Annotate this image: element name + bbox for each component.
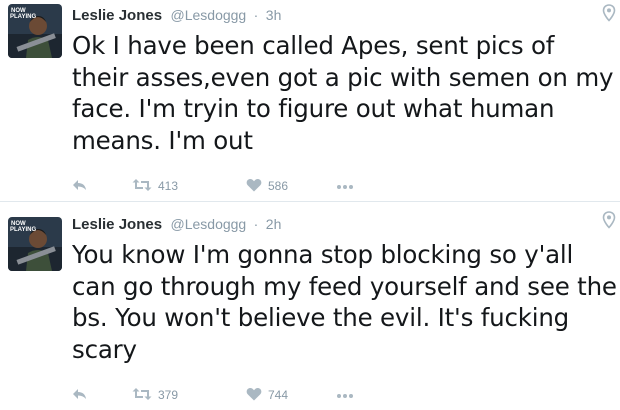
tweet[interactable]: NOW PLAYING Leslie Jones @Lesdoggg · 2h … <box>0 205 620 405</box>
timestamp[interactable]: 2h <box>266 216 282 232</box>
tweet-text: Ok I have been called Apes, sent pics of… <box>72 31 614 155</box>
avatar[interactable]: NOW PLAYING <box>8 4 62 58</box>
avatar[interactable]: NOW PLAYING <box>8 217 62 271</box>
reply-button[interactable] <box>72 385 88 405</box>
reply-icon <box>72 387 88 404</box>
separator: · <box>253 216 259 232</box>
svg-text:PLAYING: PLAYING <box>10 227 36 233</box>
retweet-icon <box>132 387 152 404</box>
retweet-button[interactable]: 379 <box>132 385 178 405</box>
tweet-text: You know I'm gonna stop blocking so y'al… <box>72 240 617 364</box>
tweet-divider <box>0 201 620 202</box>
user-handle[interactable]: @Lesdoggg <box>171 216 247 232</box>
retweet-button[interactable]: 413 <box>132 176 178 196</box>
more-icon <box>336 388 354 402</box>
tweet[interactable]: NOW PLAYING Leslie Jones @Lesdoggg · 3h … <box>0 0 620 200</box>
timestamp[interactable]: 3h <box>266 7 282 23</box>
like-count: 586 <box>268 179 289 193</box>
tweet-header: Leslie Jones @Lesdoggg · 2h <box>72 214 281 234</box>
reply-icon <box>72 178 88 195</box>
retweet-icon <box>132 178 152 195</box>
tweet-header: Leslie Jones @Lesdoggg · 3h <box>72 5 281 25</box>
retweet-count: 379 <box>158 388 179 402</box>
separator: · <box>253 7 259 23</box>
like-icon <box>246 387 262 404</box>
like-icon <box>246 178 262 195</box>
more-icon <box>336 179 354 193</box>
location-pin-icon[interactable] <box>602 4 616 22</box>
like-count: 744 <box>268 388 289 402</box>
retweet-count: 413 <box>158 179 179 193</box>
user-handle[interactable]: @Lesdoggg <box>171 7 247 23</box>
like-button[interactable]: 744 <box>246 385 288 405</box>
location-pin-icon[interactable] <box>602 211 616 229</box>
display-name[interactable]: Leslie Jones <box>72 7 162 24</box>
more-button[interactable] <box>336 176 354 196</box>
tweet-actions: 379 744 <box>72 385 472 407</box>
display-name[interactable]: Leslie Jones <box>72 216 162 233</box>
more-button[interactable] <box>336 385 354 405</box>
tweet-actions: 413 586 <box>72 176 472 198</box>
svg-text:PLAYING: PLAYING <box>10 14 36 20</box>
reply-button[interactable] <box>72 176 88 196</box>
like-button[interactable]: 586 <box>246 176 288 196</box>
